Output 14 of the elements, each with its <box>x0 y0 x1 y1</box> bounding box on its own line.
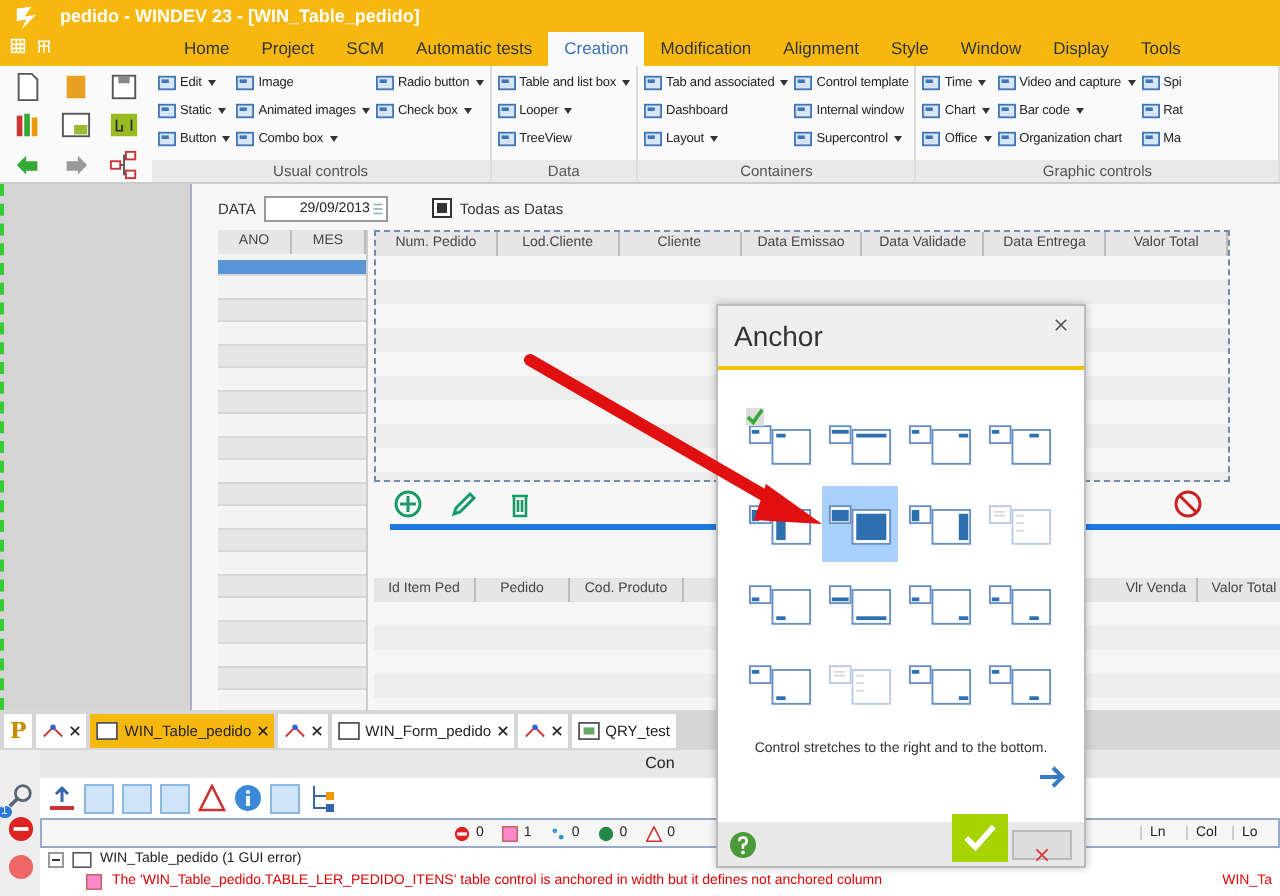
menu-tab[interactable]: Tools <box>1124 32 1197 66</box>
menu-tab[interactable]: Display <box>1037 32 1125 66</box>
menu-tab[interactable]: Alignment <box>767 32 875 66</box>
menu-tab[interactable]: Project <box>245 32 331 66</box>
menu-tab[interactable]: Automatic tests <box>400 32 549 66</box>
panel-title: Con <box>645 754 675 772</box>
menu-tab[interactable]: SCM <box>330 32 401 66</box>
menu-tab[interactable]: Modification <box>644 32 768 66</box>
window-title: pedido - WINDEV 23 - [WIN_Table_pedido] <box>60 6 420 26</box>
menu-tab[interactable]: Style <box>874 32 945 66</box>
dialog-title: Anchor <box>734 320 825 352</box>
menu-tab[interactable]: Home <box>168 32 246 66</box>
menu-tab[interactable]: Creation <box>548 32 645 66</box>
menu-tab[interactable]: Window <box>944 32 1038 66</box>
